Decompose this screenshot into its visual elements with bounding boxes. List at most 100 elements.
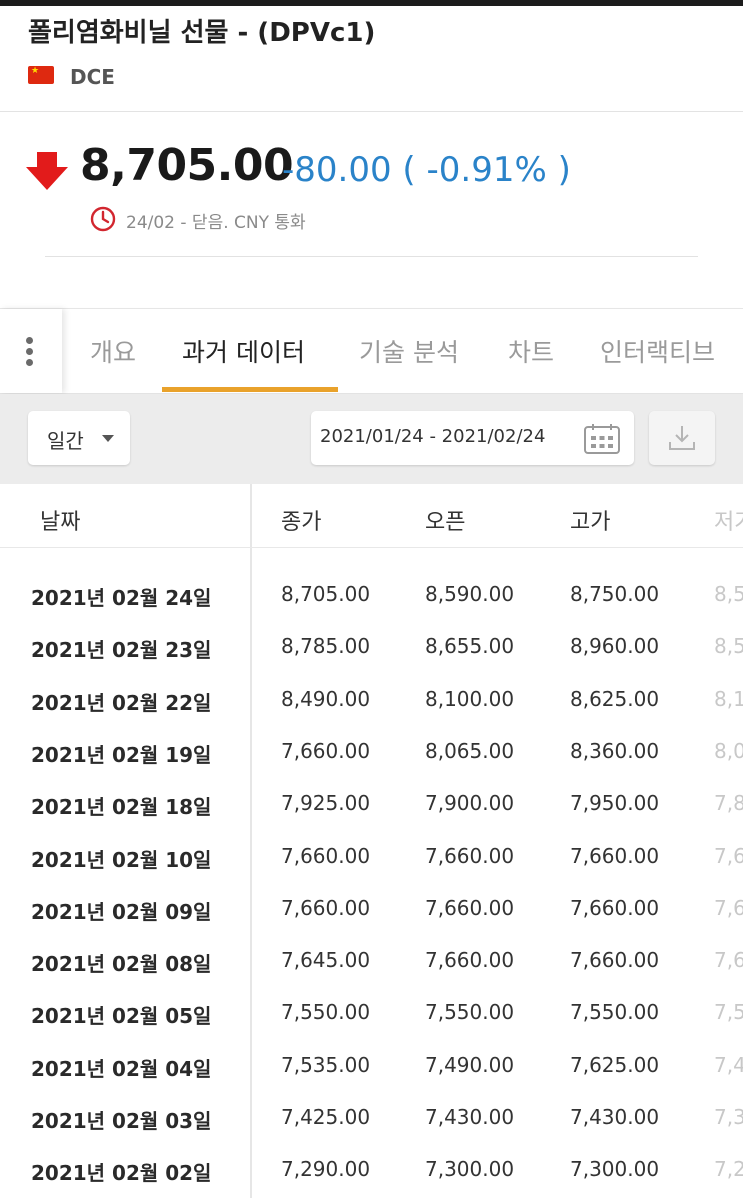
china-flag-icon: ★	[28, 66, 54, 84]
table-row: 2021년 02월 04일 7,535.00 7,490.00 7,625.00 7,4	[0, 1053, 743, 1105]
row-date: 2021년 02월 09일	[31, 899, 212, 924]
market-status: 24/02 - 닫음. CNY 통화	[126, 213, 306, 233]
row-high: 7,660.00	[570, 895, 660, 920]
row-high: 8,625.00	[570, 686, 660, 711]
row-low: 7,6	[714, 843, 743, 868]
row-close: 7,290.00	[281, 1157, 371, 1182]
column-header-high[interactable]: 고가	[570, 504, 610, 536]
exchange-label: DCE	[70, 65, 115, 89]
column-header-date[interactable]: 날짜	[40, 504, 80, 536]
tab-bar: 개요 과거 데이터 기술 분석 차트 인터랙티브	[0, 308, 743, 394]
quote-panel: 8,705.00 -80.00 ( -0.91% ) 24/02 - 닫음. C…	[0, 112, 743, 308]
row-low: 7,4	[714, 1052, 743, 1077]
row-close: 7,660.00	[281, 738, 371, 763]
row-date: 2021년 02월 23일	[31, 638, 212, 663]
row-low: 8,0	[714, 738, 743, 763]
table-row: 2021년 02월 18일 7,925.00 7,900.00 7,950.00 7,8	[0, 791, 743, 843]
price-change: -80.00 ( -0.91% )	[282, 150, 571, 190]
row-open: 7,660.00	[425, 948, 515, 973]
row-date: 2021년 02월 10일	[31, 847, 212, 872]
row-high: 8,750.00	[570, 582, 660, 606]
download-icon	[669, 426, 695, 450]
tab-historical-data[interactable]: 과거 데이터	[182, 333, 305, 369]
tab-technical-analysis[interactable]: 기술 분석	[359, 333, 459, 369]
row-high: 7,660.00	[570, 948, 660, 973]
row-low: 8,5	[714, 582, 743, 606]
calendar-icon	[584, 424, 620, 454]
more-menu-button[interactable]	[0, 309, 62, 393]
row-date: 2021년 02월 03일	[31, 1109, 212, 1133]
row-open: 8,065.00	[425, 738, 515, 763]
historical-data-table: 날짜 종가 오픈 고가 저가 2021년 02월 24일 8,705.00 8,59…	[0, 484, 743, 1198]
row-date: 2021년 02월 22일	[31, 690, 212, 715]
history-toolbar: 일간 2021/01/24 - 2021/02/24	[0, 394, 743, 484]
row-low: 7,6	[714, 948, 743, 973]
row-high: 8,960.00	[570, 634, 660, 659]
table-row: 2021년 02월 05일 7,550.00 7,550.00 7,550.00 7,5	[0, 1000, 743, 1052]
row-date: 2021년 02월 19일	[31, 742, 212, 767]
table-row: 2021년 02월 09일 7,660.00 7,660.00 7,660.00 7,6	[0, 896, 743, 948]
tab-interactive[interactable]: 인터랙티브	[600, 333, 715, 369]
row-low: 7,8	[714, 791, 743, 816]
arrow-down-icon	[26, 152, 68, 190]
row-close: 7,660.00	[281, 895, 371, 920]
row-date: 2021년 02월 08일	[31, 952, 212, 977]
date-range-label: 2021/01/24 - 2021/02/24	[320, 426, 546, 447]
column-header-low[interactable]: 저가	[714, 504, 743, 536]
period-select-label: 일간	[47, 429, 84, 453]
row-close: 7,645.00	[281, 948, 371, 973]
column-header-open[interactable]: 오픈	[425, 504, 465, 536]
row-open: 7,430.00	[425, 1105, 515, 1129]
row-high: 7,430.00	[570, 1105, 660, 1129]
table-row: 2021년 02월 23일 8,785.00 8,655.00 8,960.00 8,5	[0, 634, 743, 686]
row-open: 7,550.00	[425, 1000, 515, 1025]
table-header: 날짜 종가 오픈 고가 저가	[0, 484, 743, 548]
row-close: 8,490.00	[281, 686, 371, 711]
download-button[interactable]	[649, 411, 715, 465]
row-date: 2021년 02월 24일	[31, 586, 212, 610]
row-open: 7,660.00	[425, 895, 515, 920]
caret-down-icon	[102, 435, 114, 442]
row-low: 7,5	[714, 1000, 743, 1025]
table-row: 2021년 02월 10일 7,660.00 7,660.00 7,660.00 7,6	[0, 844, 743, 896]
row-high: 7,950.00	[570, 791, 660, 816]
period-select[interactable]: 일간	[28, 411, 130, 465]
row-close: 8,785.00	[281, 634, 371, 659]
row-close: 7,535.00	[281, 1052, 371, 1077]
tab-chart[interactable]: 차트	[508, 333, 554, 369]
row-open: 8,590.00	[425, 582, 515, 606]
row-open: 7,490.00	[425, 1052, 515, 1077]
row-close: 8,705.00	[281, 582, 371, 606]
row-date: 2021년 02월 04일	[31, 1056, 212, 1081]
row-open: 8,655.00	[425, 634, 515, 659]
row-open: 8,100.00	[425, 686, 515, 711]
more-vertical-icon	[26, 337, 34, 367]
instrument-header: 폴리염화비닐 선물 - (DPVc1) ★ DCE	[0, 6, 743, 112]
row-close: 7,550.00	[281, 1000, 371, 1025]
row-high: 7,550.00	[570, 1000, 660, 1025]
table-row: 2021년 02월 24일 8,705.00 8,590.00 8,750.00 8,5	[0, 582, 743, 634]
row-date: 2021년 02월 05일	[31, 1004, 212, 1029]
row-close: 7,425.00	[281, 1105, 371, 1129]
row-high: 7,300.00	[570, 1157, 660, 1182]
table-row: 2021년 02월 02일 7,290.00 7,300.00 7,300.00 7,2	[0, 1157, 743, 1198]
row-high: 8,360.00	[570, 738, 660, 763]
row-low: 7,3	[714, 1105, 743, 1129]
date-range-picker[interactable]: 2021/01/24 - 2021/02/24	[311, 411, 634, 465]
instrument-title: 폴리염화비닐 선물 - (DPVc1)	[28, 18, 376, 48]
table-row: 2021년 02월 08일 7,645.00 7,660.00 7,660.00 7,6	[0, 948, 743, 1000]
row-low: 7,6	[714, 895, 743, 920]
table-row: 2021년 02월 19일 7,660.00 8,065.00 8,360.00 8,0	[0, 739, 743, 791]
row-close: 7,925.00	[281, 791, 371, 816]
tab-overview[interactable]: 개요	[90, 333, 136, 369]
row-date: 2021년 02월 02일	[31, 1161, 212, 1186]
row-date: 2021년 02월 18일	[31, 795, 212, 820]
row-open: 7,660.00	[425, 843, 515, 868]
row-low: 8,5	[714, 634, 743, 659]
column-header-close[interactable]: 종가	[281, 504, 321, 536]
clock-icon	[90, 206, 116, 232]
divider	[45, 256, 698, 257]
row-high: 7,660.00	[570, 843, 660, 868]
row-open: 7,300.00	[425, 1157, 515, 1182]
row-high: 7,625.00	[570, 1052, 660, 1077]
